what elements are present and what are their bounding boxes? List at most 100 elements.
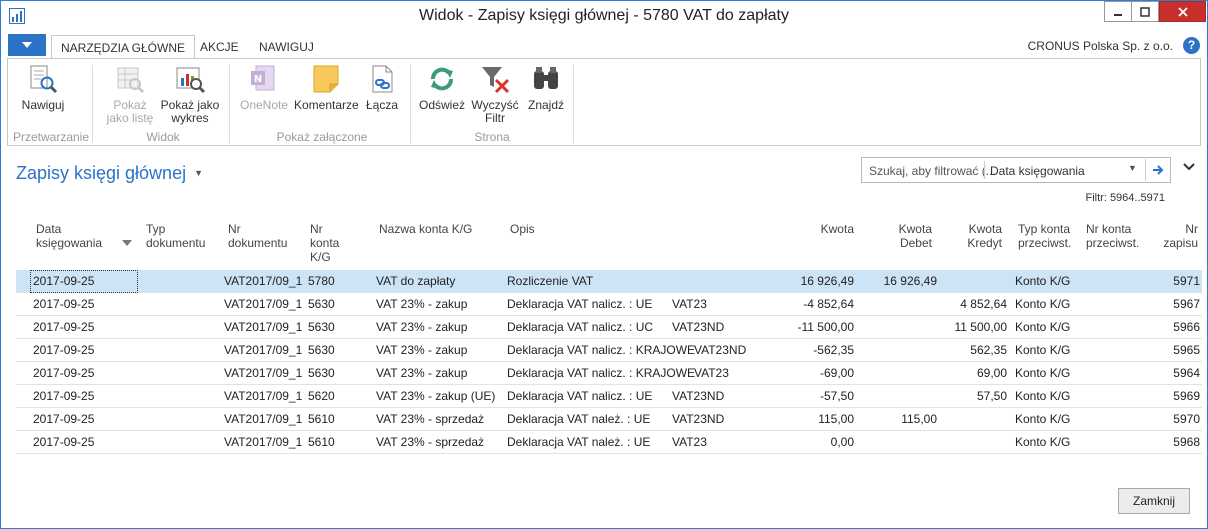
chevron-down-icon[interactable]: ▼ xyxy=(1128,163,1137,173)
links-label: Łącza xyxy=(365,98,399,112)
cell-bal-acc-type: Konto K/G xyxy=(1015,389,1071,403)
maximize-button[interactable] xyxy=(1131,1,1159,22)
cell-entry-no: 5965 xyxy=(1173,343,1200,357)
navigate-button[interactable]: Nawiguj xyxy=(16,63,70,112)
cell-account-no: 5780 xyxy=(308,274,335,288)
col-header-entry-no[interactable]: Nr zapisu xyxy=(1163,222,1198,250)
group-separator xyxy=(92,65,93,143)
cell-credit: 69,00 xyxy=(976,366,1007,380)
cell-description-code: VAT23 xyxy=(672,297,707,311)
col-header-debit[interactable]: Kwota Debet xyxy=(899,222,932,250)
col-header-bal-acc-type[interactable]: Typ konta przeciwst. xyxy=(1018,222,1071,250)
cell-doc-no: VAT2017/09_1 xyxy=(224,435,303,449)
links-button[interactable]: Łącza xyxy=(362,63,402,112)
chart-icon xyxy=(176,67,206,94)
cell-posting-date: 2017-09-25 xyxy=(33,435,95,449)
refresh-label: Odśwież xyxy=(418,98,465,112)
filter-summary: Filtr: 5964..5971 xyxy=(1085,192,1166,204)
col-header-account-no[interactable]: Nr konta K/G xyxy=(310,222,339,264)
cell-doc-no: VAT2017/09_1 xyxy=(224,412,303,426)
cell-bal-acc-type: Konto K/G xyxy=(1015,366,1071,380)
group-separator xyxy=(573,65,574,143)
help-icon[interactable]: ? xyxy=(1183,37,1200,54)
find-button[interactable]: Znajdź xyxy=(522,63,570,112)
cell-entry-no: 5964 xyxy=(1173,366,1200,380)
dropdown-arrow-icon xyxy=(22,42,32,48)
table-row[interactable]: 2017-09-25 VAT2017/09_1 5630 VAT 23% - zaku… xyxy=(16,339,1202,362)
clear-filter-button[interactable]: Wyczyść Filtr xyxy=(470,63,520,125)
search-input[interactable]: Szukaj, aby filtrować (... xyxy=(869,164,996,178)
table-row[interactable]: 2017-09-25 VAT2017/09_1 5620 VAT 23% - zaku… xyxy=(16,385,1202,408)
links-icon xyxy=(372,65,393,93)
show-as-chart-label-1: Pokaż jako xyxy=(160,98,220,112)
navigate-icon xyxy=(30,65,58,94)
onenote-label: OneNote xyxy=(239,98,289,112)
cell-description: Deklaracja VAT nalicz. : KRAJOWE xyxy=(507,343,696,357)
tab-home[interactable]: NARZĘDZIA GŁÓWNE xyxy=(51,35,196,59)
refresh-button[interactable]: Odśwież xyxy=(416,63,468,112)
cell-account-name: VAT 23% - sprzedaż xyxy=(376,435,485,449)
cell-entry-no: 5966 xyxy=(1173,320,1200,334)
cell-description: Deklaracja VAT należ. : UE xyxy=(507,412,651,426)
group-label-page: Strona xyxy=(474,130,510,144)
cell-amount: 115,00 xyxy=(818,412,854,426)
group-separator xyxy=(410,65,411,143)
cell-doc-no: VAT2017/09_1 xyxy=(224,343,303,357)
cell-account-no: 5630 xyxy=(308,320,335,334)
onenote-button[interactable]: N OneNote xyxy=(236,63,292,112)
table-row[interactable]: 2017-09-25 VAT2017/09_1 5630 VAT 23% - zaku… xyxy=(16,293,1202,316)
col-header-doc-type[interactable]: Typ dokumentu xyxy=(146,222,205,250)
apply-filter-button[interactable] xyxy=(1145,159,1170,181)
cell-debit: 16 926,49 xyxy=(883,274,937,288)
cell-account-no: 5630 xyxy=(308,366,335,380)
table-row[interactable]: 2017-09-25 VAT2017/09_1 5630 VAT 23% - zaku… xyxy=(16,316,1202,339)
cell-posting-date: 2017-09-25 xyxy=(33,343,95,357)
arrow-right-icon xyxy=(1153,165,1164,175)
cell-account-name: VAT do zapłaty xyxy=(376,274,456,288)
minimize-icon xyxy=(1114,13,1122,16)
tab-actions[interactable]: AKCJE xyxy=(191,35,248,59)
group-separator xyxy=(229,65,230,143)
onenote-icon: N xyxy=(251,65,275,91)
col-header-credit[interactable]: Kwota Kredyt xyxy=(967,222,1002,250)
search-filter: Szukaj, aby filtrować (... Data księgowa… xyxy=(861,157,1171,183)
cell-doc-no: VAT2017/09_1 xyxy=(224,297,303,311)
close-button[interactable]: Zamknij xyxy=(1118,488,1190,514)
page-title-text: Zapisy księgi głównej xyxy=(16,163,187,183)
col-header-posting-date[interactable]: Data księgowania xyxy=(36,222,102,250)
cell-doc-no: VAT2017/09_1 xyxy=(224,389,303,403)
table-row[interactable]: 2017-09-25 VAT2017/09_1 5610 VAT 23% - sprz… xyxy=(16,408,1202,431)
find-label: Znajdź xyxy=(527,98,565,112)
cell-description: Deklaracja VAT należ. : UE xyxy=(507,435,651,449)
comments-button[interactable]: Komentarze xyxy=(294,63,359,112)
cell-account-no: 5620 xyxy=(308,389,335,403)
cell-entry-no: 5969 xyxy=(1173,389,1200,403)
col-header-account-name[interactable]: Nazwa konta K/G xyxy=(379,222,472,236)
app-menu-button[interactable] xyxy=(8,34,46,56)
col-header-doc-no[interactable]: Nr dokumentu xyxy=(228,222,287,250)
tab-navigate[interactable]: NAWIGUJ xyxy=(250,35,323,59)
cell-posting-date: 2017-09-25 xyxy=(33,412,95,426)
cell-debit: 115,00 xyxy=(901,412,937,426)
table-row[interactable]: 2017-09-25 VAT2017/09_1 5780 VAT do zapłaty… xyxy=(16,270,1202,293)
title-bar: Widok - Zapisy księgi głównej - 5780 VAT… xyxy=(1,1,1207,32)
collapse-chevron-icon[interactable] xyxy=(1183,162,1195,172)
cell-account-no: 5610 xyxy=(308,412,335,426)
table-row[interactable]: 2017-09-25 VAT2017/09_1 5610 VAT 23% - sprz… xyxy=(16,431,1202,454)
clear-filter-icon xyxy=(482,67,510,94)
minimize-button[interactable] xyxy=(1104,1,1132,22)
col-header-bal-acc-no[interactable]: Nr konta przeciwst. xyxy=(1086,222,1139,250)
col-header-amount[interactable]: Kwota xyxy=(821,222,854,236)
cell-description: Deklaracja VAT nalicz. : UC xyxy=(507,320,654,334)
ribbon: Nawiguj Przetwarzanie Pokaż jako listę P… xyxy=(7,58,1201,146)
table-row[interactable]: 2017-09-25 VAT2017/09_1 5630 VAT 23% - zaku… xyxy=(16,362,1202,385)
show-as-list-button[interactable]: Pokaż jako listę xyxy=(104,63,156,125)
filter-field-select[interactable]: Data księgowania xyxy=(990,164,1085,178)
cell-doc-no: VAT2017/09_1 xyxy=(224,274,303,288)
col-header-description[interactable]: Opis xyxy=(510,222,535,236)
sort-desc-icon xyxy=(122,240,132,246)
close-window-button[interactable] xyxy=(1159,1,1206,22)
cell-entry-no: 5967 xyxy=(1173,297,1200,311)
page-title[interactable]: Zapisy księgi głównej ▼ xyxy=(16,163,203,184)
show-as-chart-button[interactable]: Pokaż jako wykres xyxy=(158,63,222,125)
